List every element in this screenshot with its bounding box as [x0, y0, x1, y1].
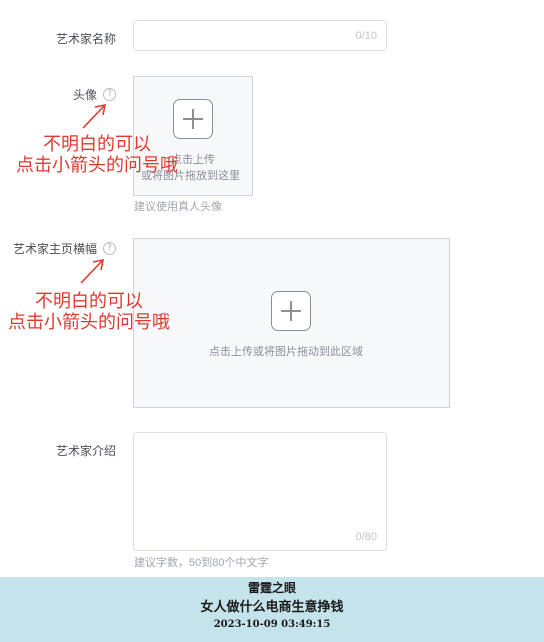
artist-name-label: 艺术家名称	[56, 30, 116, 47]
intro-label: 艺术家介绍	[56, 442, 116, 459]
intro-textarea[interactable]: 0/80	[133, 432, 387, 551]
annotation-2-line-2: 点击小箭头的问号哦	[8, 312, 170, 332]
watermark-footer: 雷霆之眼 女人做什么电商生意挣钱 2023-10-09 03:49:15	[0, 577, 544, 642]
annotation-1: 不明白的可以 点击小箭头的问号哦	[4, 134, 190, 176]
artist-name-counter: 0/10	[355, 30, 377, 42]
question-circle-icon[interactable]: ?	[103, 88, 116, 101]
avatar-hint: 建议使用真人头像	[134, 201, 222, 213]
plus-icon	[173, 99, 213, 139]
banner-upload-text: 点击上传或将图片拖动到此区域	[209, 346, 363, 358]
intro-hint: 建议字数，50到80个中文字	[134, 557, 269, 569]
annotation-2-line-1: 不明白的可以	[35, 291, 143, 311]
banner-label: 艺术家主页横幅 ?	[13, 240, 116, 257]
annotation-2: 不明白的可以 点击小箭头的问号哦	[0, 291, 180, 333]
intro-counter: 0/80	[355, 531, 377, 543]
arrow-icon	[82, 103, 107, 129]
watermark-line-3: 2023-10-09 03:49:15	[213, 619, 331, 630]
arrow-icon	[80, 258, 105, 284]
annotation-1-line-2: 点击小箭头的问号哦	[16, 155, 178, 175]
artist-name-input[interactable]: 0/10	[133, 20, 387, 51]
watermark-line-1: 雷霆之眼	[247, 581, 296, 595]
question-circle-icon[interactable]: ?	[103, 242, 116, 255]
intro-label-text: 艺术家介绍	[55, 444, 116, 458]
artist-name-label-text: 艺术家名称	[55, 32, 116, 46]
plus-icon	[271, 291, 311, 331]
annotation-1-line-1: 不明白的可以	[43, 134, 151, 154]
banner-uploader[interactable]: 点击上传或将图片拖动到此区域	[133, 238, 450, 408]
watermark-line-2: 女人做什么电商生意挣钱	[200, 600, 344, 615]
banner-label-text: 艺术家主页横幅	[12, 242, 97, 256]
